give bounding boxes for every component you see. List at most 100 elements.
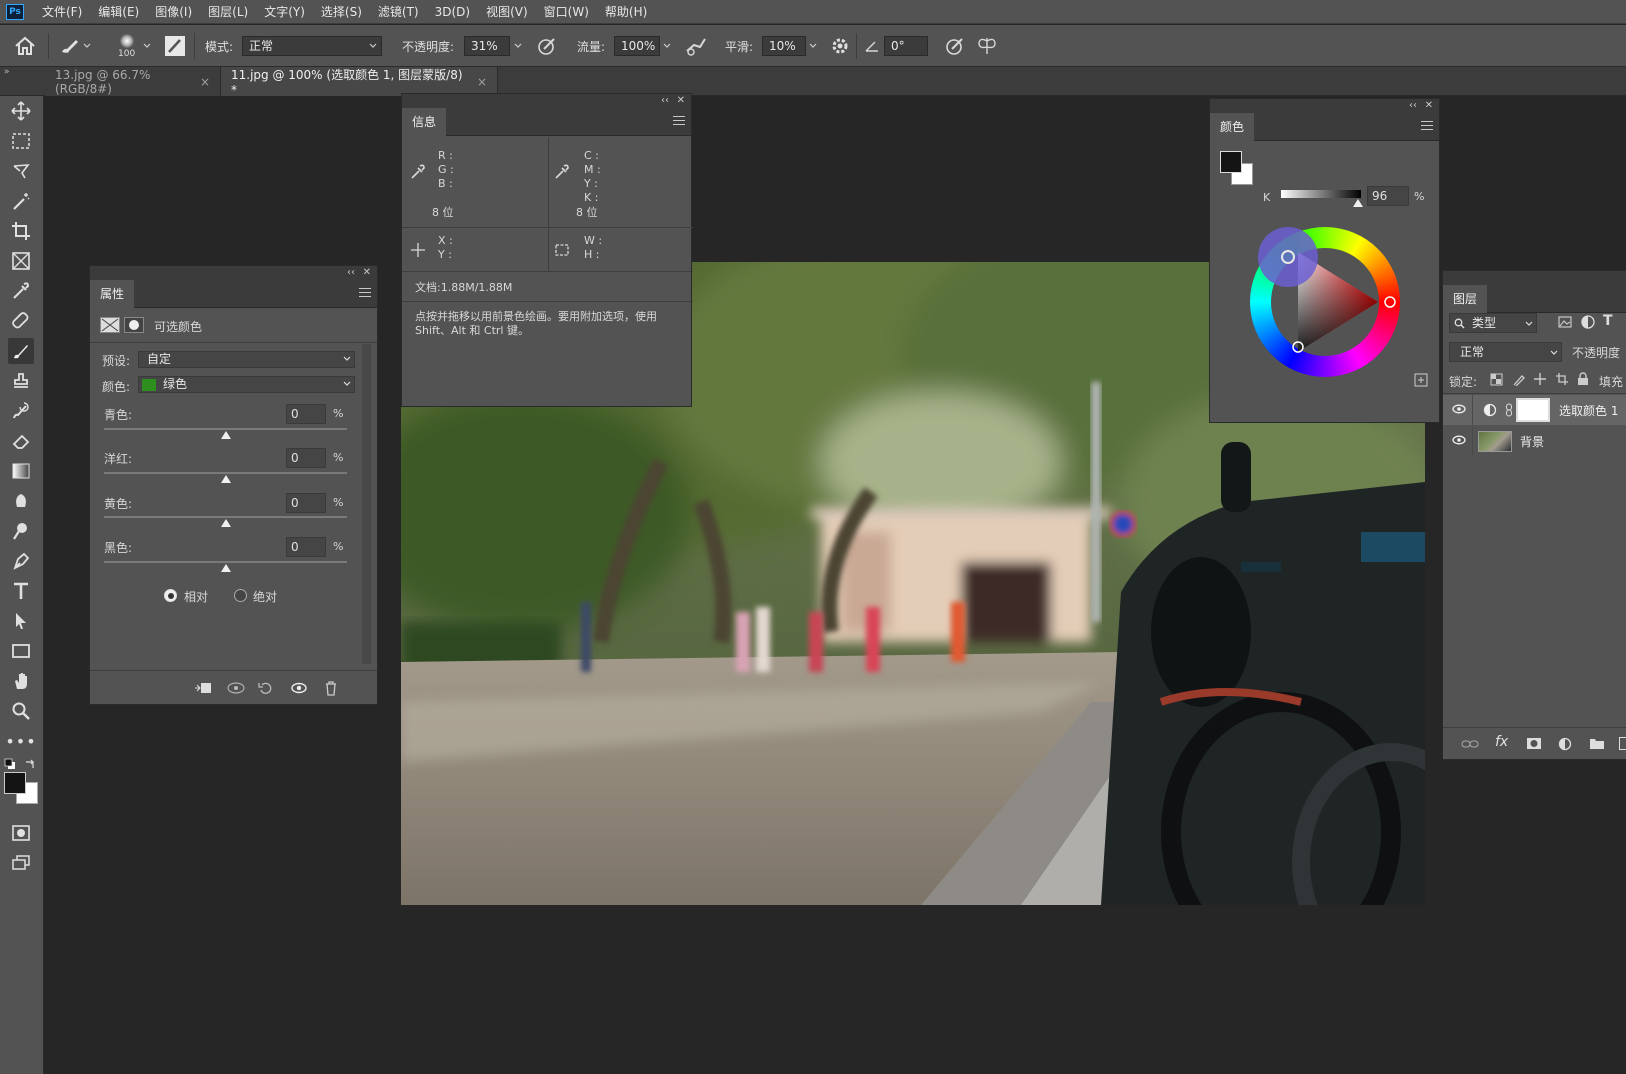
menu-3d[interactable]: 3D(D) [427, 0, 478, 24]
menu-image[interactable]: 图像(I) [147, 0, 200, 24]
absolute-radio[interactable] [234, 589, 247, 602]
default-colors-icon[interactable] [4, 758, 16, 770]
menu-file[interactable]: 文件(F) [34, 0, 90, 24]
rectangle-tool-icon[interactable] [8, 638, 34, 664]
lock-all-icon[interactable] [1577, 372, 1589, 386]
tab-13jpg-close-icon[interactable]: × [200, 75, 210, 89]
add-mask-icon[interactable] [1526, 737, 1542, 750]
lasso-tool-icon[interactable] [8, 158, 34, 184]
properties-collapse-icon[interactable]: ‹‹ [347, 266, 355, 280]
type-tool-icon[interactable] [8, 578, 34, 604]
swap-colors-icon[interactable] [24, 758, 36, 770]
layer-visibility-eye-icon[interactable] [1452, 435, 1466, 445]
adjustment-layer-icon[interactable] [100, 317, 120, 333]
path-selection-tool-icon[interactable] [8, 608, 34, 634]
gear-icon[interactable] [830, 25, 850, 67]
menu-edit[interactable]: 编辑(E) [90, 0, 147, 24]
crop-tool-icon[interactable] [8, 218, 34, 244]
color-select[interactable]: 绿色 [138, 376, 355, 393]
cmyk-eyedropper-icon[interactable] [554, 164, 570, 180]
eraser-tool-icon[interactable] [8, 428, 34, 454]
add-swatch-icon[interactable] [1414, 373, 1428, 387]
layer-visibility-eye-icon[interactable] [1452, 404, 1466, 414]
smoothing-input[interactable]: 10% [762, 36, 806, 56]
magenta-slider-thumb[interactable] [221, 475, 231, 483]
pen-tool-icon[interactable] [8, 548, 34, 574]
layer-mask-thumbnail[interactable] [1516, 398, 1550, 422]
cyan-slider-track[interactable] [104, 428, 347, 430]
blend-mode-dropdown-icon[interactable] [1549, 349, 1559, 357]
color-collapse-icon[interactable]: ‹‹ [1409, 99, 1417, 113]
new-adjustment-icon[interactable] [1558, 737, 1572, 751]
fx-icon[interactable]: fx [1495, 734, 1508, 750]
magic-wand-tool-icon[interactable] [8, 188, 34, 214]
rgb-eyedropper-icon[interactable] [410, 164, 426, 180]
layer-row-background[interactable]: 背景 [1443, 426, 1626, 456]
magenta-input[interactable]: 0 [286, 448, 326, 468]
blend-mode-select[interactable]: 正常 [1449, 342, 1562, 362]
menu-help[interactable]: 帮助(H) [597, 0, 655, 24]
pressure-size-icon[interactable] [944, 25, 966, 67]
relative-radio[interactable] [164, 589, 177, 602]
info-collapse-icon[interactable]: ‹‹ [661, 94, 669, 108]
filter-kind-dropdown-icon[interactable] [1524, 320, 1534, 328]
clone-stamp-tool-icon[interactable] [8, 368, 34, 394]
opacity-input[interactable]: 31% [464, 36, 510, 56]
hand-tool-icon[interactable] [8, 668, 34, 694]
filter-adjustment-icon[interactable] [1581, 315, 1595, 329]
reset-icon[interactable] [258, 681, 274, 695]
foreground-color-swatch[interactable] [4, 772, 26, 794]
tab-11jpg-close-icon[interactable]: × [477, 75, 487, 89]
brush-tool-icon[interactable] [8, 338, 34, 364]
info-menu-icon[interactable] [673, 116, 685, 126]
filter-type-icon[interactable]: T [1603, 313, 1613, 329]
properties-close-icon[interactable]: ✕ [363, 266, 371, 280]
layer-name[interactable]: 选取颜色 1 [1559, 402, 1618, 419]
properties-tab[interactable]: 属性 [90, 280, 135, 308]
cyan-input[interactable]: 0 [286, 404, 326, 424]
black-input[interactable]: 0 [286, 537, 326, 557]
menu-layer[interactable]: 图层(L) [200, 0, 256, 24]
magenta-slider-track[interactable] [104, 472, 347, 474]
toggle-visibility-icon[interactable] [290, 681, 308, 695]
color-dropdown-icon[interactable] [342, 380, 352, 388]
yellow-input[interactable]: 0 [286, 493, 326, 513]
black-slider-track[interactable] [104, 561, 347, 563]
opacity-dropdown-icon[interactable] [511, 36, 525, 56]
delete-icon[interactable] [324, 680, 338, 696]
view-previous-state-icon[interactable] [226, 681, 246, 695]
properties-menu-icon[interactable] [359, 288, 371, 298]
properties-scrollbar[interactable] [362, 344, 371, 664]
color-close-icon[interactable]: ✕ [1425, 99, 1433, 113]
pressure-opacity-icon[interactable] [536, 25, 558, 67]
airbrush-icon[interactable] [684, 25, 708, 67]
lock-transparent-icon[interactable] [1490, 373, 1503, 386]
chain-link-icon[interactable] [1505, 403, 1513, 417]
menu-select[interactable]: 选择(S) [313, 0, 370, 24]
mode-dropdown-icon[interactable] [366, 36, 380, 56]
color-menu-icon[interactable] [1421, 121, 1433, 131]
quick-mask-icon[interactable] [8, 820, 34, 846]
eyedropper-tool-icon[interactable] [8, 278, 34, 304]
brush-size-picker[interactable]: 100 [118, 25, 135, 67]
screen-mode-icon[interactable] [8, 850, 34, 876]
angle-input[interactable]: 0° [884, 36, 928, 56]
menu-window[interactable]: 窗口(W) [536, 0, 597, 24]
dodge-tool-icon[interactable] [8, 518, 34, 544]
yellow-slider-thumb[interactable] [221, 519, 231, 527]
tab-13jpg[interactable]: 13.jpg @ 66.7%(RGB/8#) × [45, 67, 221, 96]
frame-tool-icon[interactable] [8, 248, 34, 274]
home-icon[interactable] [14, 25, 36, 67]
color-tab[interactable]: 颜色 [1210, 113, 1255, 141]
yellow-slider-track[interactable] [104, 516, 347, 518]
brush-settings-panel-icon[interactable] [164, 25, 186, 67]
filter-pixel-icon[interactable] [1558, 315, 1572, 329]
symmetry-icon[interactable] [976, 25, 998, 67]
more-tools-icon[interactable]: ••• [5, 728, 35, 754]
clip-to-layer-icon[interactable] [194, 681, 212, 695]
new-group-icon[interactable] [1589, 737, 1605, 750]
flow-dropdown-icon[interactable] [660, 36, 674, 56]
k-value-input[interactable]: 96 [1367, 186, 1409, 206]
black-slider-thumb[interactable] [221, 564, 231, 572]
marquee-tool-icon[interactable] [8, 128, 34, 154]
